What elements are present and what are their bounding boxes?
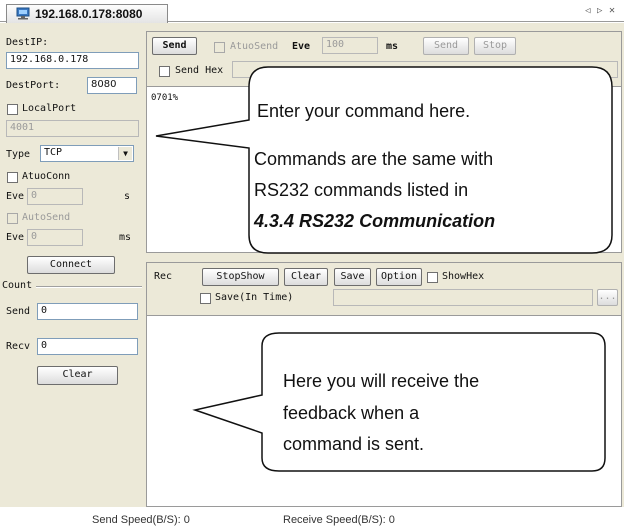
send-callout-line3: RS232 commands listed in (254, 180, 469, 200)
recv-callout-line3: command is sent. (283, 434, 425, 454)
recv-callout-line2: feedback when a (283, 403, 420, 423)
recv-callout-line1: Here you will receive the (283, 371, 480, 391)
receive-speed-status: Receive Speed(B/S): 0 (283, 514, 395, 526)
send-speed-status: Send Speed(B/S): 0 (92, 514, 190, 526)
send-callout-line1: Enter your command here. (257, 101, 471, 121)
send-callout-reference: 4.3.4 RS232 Communication (254, 211, 496, 231)
send-callout-line2: Commands are the same with (254, 149, 494, 169)
